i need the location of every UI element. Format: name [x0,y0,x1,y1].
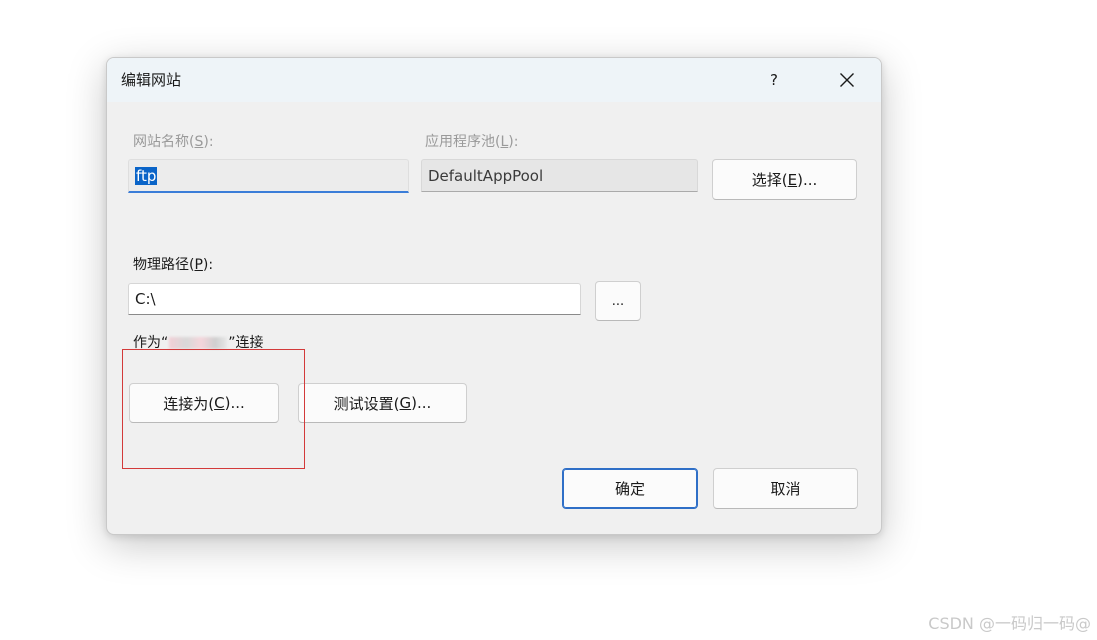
cancel-button[interactable]: 取消 [713,468,858,509]
site-name-input[interactable]: ftp [128,159,409,193]
browse-button[interactable]: ... [595,281,641,321]
app-pool-value: DefaultAppPool [428,166,544,185]
close-icon [840,73,854,87]
test-settings-button[interactable]: 测试设置(G)... [298,383,467,423]
physical-path-label: 物理路径(P): [133,257,214,273]
select-app-pool-button[interactable]: 选择(E)... [712,159,857,200]
site-name-value: ftp [135,166,158,185]
dialog-title: 编辑网站 [121,71,182,89]
help-button[interactable]: ? [759,66,789,94]
redacted-username [169,337,228,349]
connect-as-text: 作为“ ”连接 [133,335,264,351]
physical-path-input[interactable]: C:\ [128,283,581,315]
help-icon: ? [770,71,778,89]
close-button[interactable] [827,64,867,96]
app-pool-label: 应用程序池(L): [425,134,519,150]
title-bar: 编辑网站 ? [107,58,881,102]
watermark: CSDN @一码归一码@ [928,614,1091,633]
physical-path-value: C:\ [135,290,156,308]
app-pool-field: DefaultAppPool [421,159,698,192]
edit-site-dialog: 编辑网站 ? 网站名称(S): ftp 应用程序池(L): DefaultApp… [106,57,882,535]
site-name-label: 网站名称(S): [133,134,214,150]
ok-button[interactable]: 确定 [562,468,698,509]
connect-as-button[interactable]: 连接为(C)... [129,383,279,423]
